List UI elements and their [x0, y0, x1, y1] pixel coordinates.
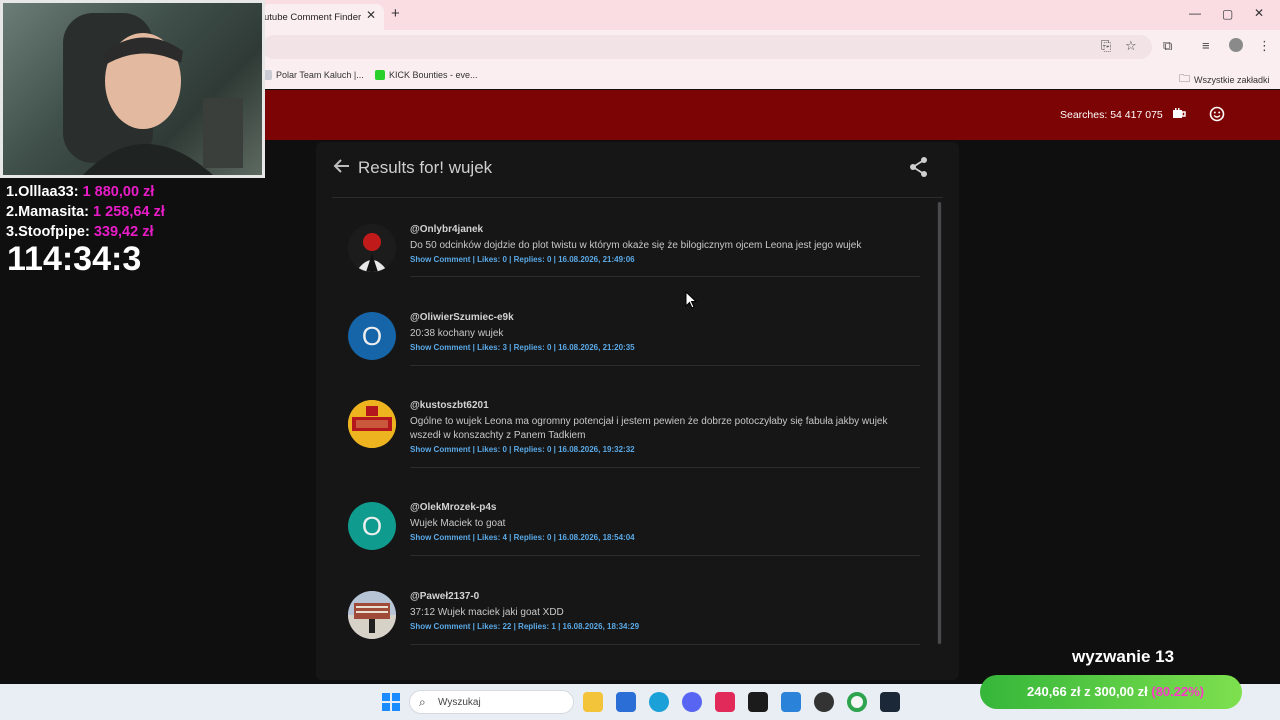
coffee-icon[interactable] — [1171, 106, 1187, 126]
goal-amount: 240,66 zł — [1027, 684, 1081, 699]
install-app-icon[interactable]: ⎘ — [1101, 38, 1111, 54]
tab-comment-finder[interactable]: utube Comment Finder ✕ — [262, 4, 384, 30]
kick-favicon-icon — [375, 70, 385, 80]
windows-start-icon[interactable] — [382, 693, 400, 716]
obs-icon[interactable] — [814, 692, 834, 712]
comment-username[interactable]: @Paweł2137-0 — [410, 591, 479, 602]
comment-meta-link[interactable]: Show Comment | Likes: 3 | Replies: 0 | 1… — [410, 343, 635, 352]
new-tab-button[interactable]: + — [391, 5, 400, 22]
leaderboard-amount: 1 258,64 zł — [93, 204, 165, 220]
comment-divider — [410, 365, 920, 366]
all-bookmarks-folder[interactable]: 🗀 Wszystkie zakładki — [1179, 70, 1270, 89]
avatar — [348, 224, 396, 272]
results-title: Results for! wujek — [358, 158, 493, 177]
tab-title: utube Comment Finder — [264, 11, 362, 23]
countdown-timer: 114:34:3 — [7, 240, 142, 278]
maximize-icon[interactable]: ▢ — [1222, 7, 1233, 21]
bookmark-label: Polar Team Kaluch |... — [276, 70, 364, 80]
leaderboard-amount: 339,42 zł — [93, 224, 154, 240]
leaderboard-name: 3.Stoofpipe: — [6, 224, 90, 240]
comment-meta-link[interactable]: Show Comment | Likes: 4 | Replies: 0 | 1… — [410, 533, 635, 542]
comment-text: Ogólne to wujek Leona ma ogromny potencj… — [410, 416, 888, 441]
comment-divider — [410, 276, 920, 277]
leaderboard-name: 1.Olllaa33: — [6, 184, 79, 200]
avatar: O — [348, 312, 396, 360]
search-icon: ⌕ — [419, 695, 426, 709]
avatar: O — [348, 502, 396, 550]
minimize-icon[interactable]: — — [1189, 6, 1201, 20]
all-bookmarks-label: Wszystkie zakładki — [1194, 74, 1270, 85]
steam-icon[interactable] — [880, 692, 900, 712]
leaderboard-name: 2.Mamasita: — [6, 204, 90, 220]
close-tab-icon[interactable]: ✕ — [366, 8, 376, 22]
comment-divider — [410, 467, 920, 468]
header-divider — [332, 197, 943, 198]
profile-avatar[interactable] — [1229, 38, 1243, 52]
comment-divider — [410, 644, 920, 645]
goal-target: 300,00 zł — [1094, 684, 1148, 699]
webcam-feed — [0, 0, 265, 178]
scrollbar-thumb[interactable] — [938, 202, 941, 644]
file-explorer-icon[interactable] — [583, 692, 603, 712]
comment-text: 20:38 kochany wujek — [410, 328, 504, 339]
comment-text: Wujek Maciek to goat — [410, 518, 506, 529]
challenge-label: wyzwanie 13 — [1072, 647, 1175, 666]
edge-icon[interactable] — [649, 692, 669, 712]
search-placeholder: Wyszukaj — [438, 697, 481, 708]
comment-meta-link[interactable]: Show Comment | Likes: 0 | Replies: 0 | 1… — [410, 445, 635, 454]
goal-percent: (80.22%) — [1151, 684, 1205, 699]
leaderboard-entry: 2.Mamasita: 1 258,64 zł — [6, 204, 165, 220]
goal-of: z — [1084, 684, 1091, 699]
comment-username[interactable]: @kustoszbt6201 — [410, 400, 489, 411]
comment-meta-link[interactable]: Show Comment | Likes: 22 | Replies: 1 | … — [410, 622, 639, 631]
leaderboard-amount: 1 880,00 zł — [82, 184, 155, 200]
bookmark-star-icon[interactable]: ☆ — [1125, 38, 1137, 54]
comment-username[interactable]: @OlekMrozek-p4s — [410, 502, 496, 513]
menu-dots-icon[interactable]: ⋮ — [1258, 38, 1271, 54]
dark-mode-icon[interactable] — [1246, 106, 1260, 126]
avatar — [348, 400, 396, 448]
comment-text: 37:12 Wujek maciek jaki goat XDD — [410, 607, 564, 618]
leaderboard-entry: 1.Olllaa33: 1 880,00 zł — [6, 184, 154, 200]
chrome-icon[interactable] — [847, 692, 867, 712]
comment-divider — [410, 555, 920, 556]
media-icon[interactable]: ≡ — [1202, 38, 1210, 53]
tiktok-icon[interactable] — [715, 692, 735, 712]
close-window-icon[interactable]: ✕ — [1254, 6, 1264, 20]
extensions-icon[interactable]: ⧉ — [1163, 38, 1172, 54]
avatar — [348, 591, 396, 639]
comment-meta-link[interactable]: Show Comment | Likes: 0 | Replies: 0 | 1… — [410, 255, 635, 264]
leaderboard-entry: 3.Stoofpipe: 339,42 zł — [6, 224, 153, 240]
back-arrow-icon[interactable] — [333, 157, 351, 181]
comment-username[interactable]: @Onlybr4janek — [410, 224, 483, 235]
comment-text: Do 50 odcinków dojdzie do plot twistu w … — [410, 240, 862, 251]
searches-counter: Searches: 54 417 075 — [1060, 109, 1163, 121]
paint-icon[interactable] — [781, 692, 801, 712]
bookmark-kick-bounties[interactable]: KICK Bounties - eve... — [375, 70, 478, 80]
discord-icon[interactable] — [682, 692, 702, 712]
mouse-cursor-icon — [685, 290, 698, 314]
taskbar-search-input[interactable]: ⌕ Wyszukaj — [409, 690, 574, 714]
folder-icon: 🗀 — [1179, 73, 1190, 85]
comment-username[interactable]: @OliwierSzumiec-e9k — [410, 312, 514, 323]
bookmark-label: KICK Bounties - eve... — [389, 70, 478, 80]
share-icon[interactable] — [908, 156, 930, 183]
donation-goal-text: 240,66 zł z 300,00 zł (80.22%) — [1027, 684, 1204, 699]
store-icon[interactable] — [616, 692, 636, 712]
app-icon[interactable] — [748, 692, 768, 712]
address-input[interactable] — [262, 35, 1152, 59]
smiley-icon[interactable] — [1209, 106, 1225, 126]
bookmark-polar-team[interactable]: Polar Team Kaluch |... — [262, 70, 364, 80]
